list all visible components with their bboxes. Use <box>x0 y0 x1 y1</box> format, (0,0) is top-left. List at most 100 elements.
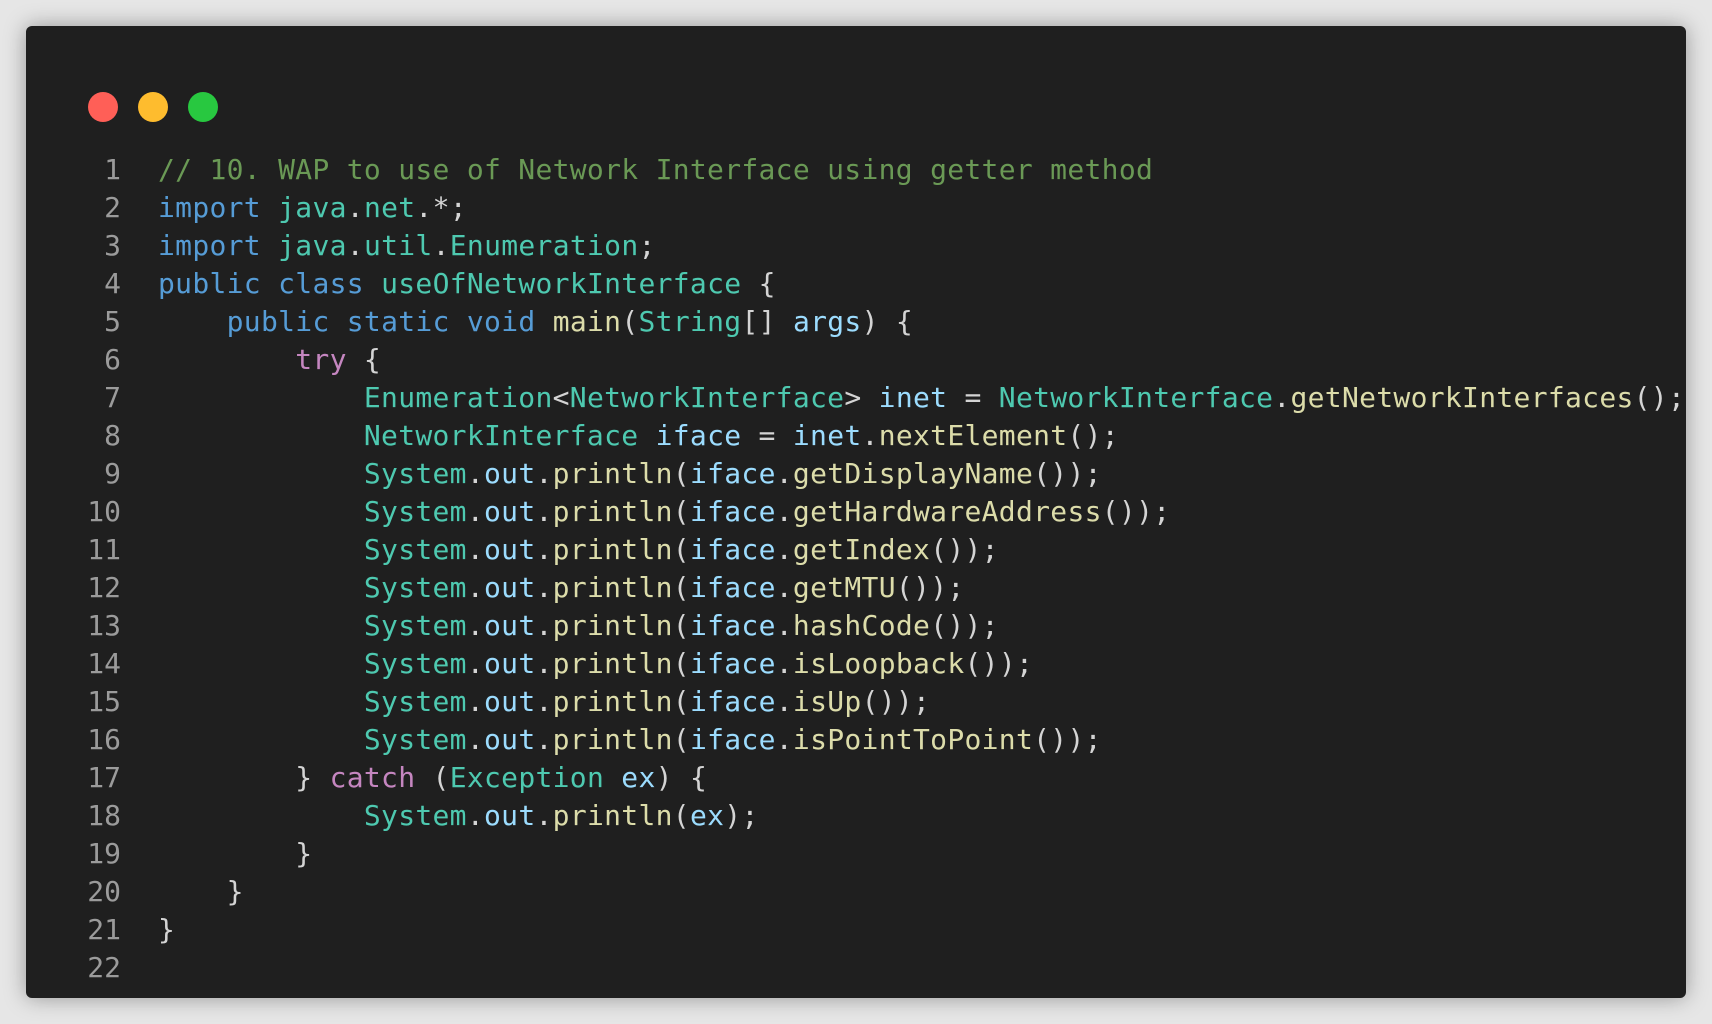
line-number: 21 <box>87 913 121 946</box>
code-token-function: isUp <box>792 685 862 718</box>
code-token-keyword: import <box>158 229 261 262</box>
code-token-plain: ()); <box>861 685 931 718</box>
line-number: 9 <box>104 457 121 490</box>
code-token-plain: ()); <box>964 647 1034 680</box>
minimize-button[interactable] <box>138 92 168 122</box>
code-token-plain: ( <box>672 571 690 604</box>
code-token-variable: out <box>484 685 536 718</box>
code-token-plain: { <box>741 267 776 300</box>
code-token-plain: . <box>466 647 485 680</box>
code-token-plain: ( <box>672 609 690 642</box>
line-number: 11 <box>87 533 121 566</box>
line-source: System.out.println(iface.hashCode()); <box>158 607 999 645</box>
maximize-button[interactable] <box>188 92 218 122</box>
code-token-plain: .*; <box>415 191 467 224</box>
code-token-variable: out <box>484 609 536 642</box>
code-token-function: getMTU <box>792 571 896 604</box>
code-token-keyword: public <box>226 305 330 338</box>
code-token-function: println <box>552 571 673 604</box>
code-token-function: hashCode <box>792 609 931 642</box>
code-token-variable: out <box>484 723 536 756</box>
line-source: System.out.println(ex); <box>158 797 759 835</box>
code-token-variable: ex <box>689 799 725 832</box>
code-line: 19 } <box>26 835 1686 873</box>
line-source: } <box>158 911 175 949</box>
code-token-plain: . <box>775 533 793 566</box>
code-token-plain: ( <box>672 685 690 718</box>
code-token-variable: out <box>484 495 536 528</box>
line-number: 17 <box>87 761 121 794</box>
code-token-type: System <box>363 495 467 528</box>
code-token-plain: . <box>535 723 553 756</box>
line-number: 15 <box>87 685 121 718</box>
line-source: System.out.println(iface.getDisplayName(… <box>158 455 1102 493</box>
code-token-type: System <box>363 457 467 490</box>
code-token-keyword: void <box>466 305 536 338</box>
code-token-plain: ()); <box>1033 723 1102 756</box>
code-token-plain: . <box>432 229 450 262</box>
line-source: } <box>158 835 312 873</box>
code-token-plain: ) { <box>655 761 708 794</box>
code-token-plain: [] <box>741 305 793 338</box>
code-token-keyword: import <box>158 191 261 224</box>
code-token-variable: inet <box>792 419 862 452</box>
code-line: 12 System.out.println(iface.getMTU()); <box>26 569 1686 607</box>
code-token-type: System <box>363 647 467 680</box>
code-token-plain: ( <box>672 533 690 566</box>
code-token-plain: = <box>741 419 793 452</box>
code-token-plain: . <box>775 571 793 604</box>
code-token-function: println <box>552 495 673 528</box>
line-source: public class useOfNetworkInterface { <box>158 265 776 303</box>
line-source: System.out.println(iface.isPointToPoint(… <box>158 721 1102 759</box>
code-line: 8 NetworkInterface iface = inet.nextElem… <box>26 417 1686 455</box>
code-token-plain: ()); <box>1101 495 1171 528</box>
code-token-variable: out <box>484 799 536 832</box>
code-token-function: getIndex <box>792 533 931 566</box>
code-line: 21} <box>26 911 1686 949</box>
code-line: 3 import java.util.Enumeration; <box>26 227 1686 265</box>
code-line: 18 System.out.println(ex); <box>26 797 1686 835</box>
code-token-type: useOfNetworkInterface <box>381 267 742 300</box>
code-line: 14 System.out.println(iface.isLoopback()… <box>26 645 1686 683</box>
code-token-keyword: public <box>158 267 261 300</box>
close-button[interactable] <box>88 92 118 122</box>
code-token-function: getDisplayName <box>792 457 1034 490</box>
code-token-function: println <box>552 685 673 718</box>
code-line: 16 System.out.println(iface.isPointToPoi… <box>26 721 1686 759</box>
code-token-plain: } <box>158 837 313 870</box>
code-token-plain: (); <box>1633 381 1686 414</box>
code-token-type: System <box>363 723 467 756</box>
code-token-type: System <box>363 799 467 832</box>
code-token-plain: ()); <box>930 609 999 642</box>
code-token-function: println <box>552 799 673 832</box>
code-token-plain: ( <box>672 723 690 756</box>
code-token-variable: out <box>484 647 536 680</box>
code-token-plain: . <box>466 609 485 642</box>
code-line: 11 System.out.println(iface.getIndex()); <box>26 531 1686 569</box>
code-token-variable: iface <box>689 495 776 528</box>
code-token-variable: out <box>484 533 536 566</box>
code-token-function: main <box>552 305 622 338</box>
code-token-plain: . <box>535 571 553 604</box>
line-source: import java.net.*; <box>158 189 467 227</box>
code-line: 20 } <box>26 873 1686 911</box>
code-token-variable: iface <box>689 457 776 490</box>
code-editor[interactable]: 1 // 10. WAP to use of Network Interface … <box>26 151 1686 987</box>
line-source: System.out.println(iface.getIndex()); <box>158 531 999 569</box>
line-source: Enumeration<NetworkInterface> inet = Net… <box>158 379 1685 417</box>
code-token-comment: // 10. WAP to use of Network Interface u… <box>158 153 1154 186</box>
line-number: 12 <box>87 571 121 604</box>
line-source: NetworkInterface iface = inet.nextElemen… <box>158 417 1119 455</box>
code-line: 10 System.out.println(iface.getHardwareA… <box>26 493 1686 531</box>
code-token-plain: . <box>535 533 553 566</box>
code-token-plain: . <box>466 571 485 604</box>
code-token-plain: . <box>1273 381 1291 414</box>
